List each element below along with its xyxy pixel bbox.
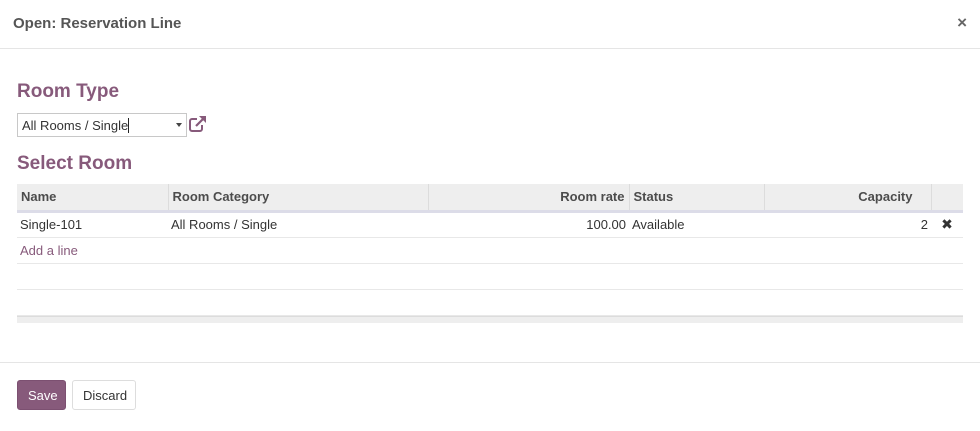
dialog-footer: Save Discard	[0, 362, 980, 431]
table-footer	[17, 316, 963, 323]
delete-icon[interactable]: ✖	[931, 211, 963, 238]
reservation-line-dialog: Open: Reservation Line × Room Type All R…	[0, 0, 980, 431]
select-room-heading: Select Room	[17, 153, 133, 174]
cell-name[interactable]: Single-101	[17, 211, 168, 238]
external-link-icon[interactable]	[188, 114, 208, 134]
column-header-status[interactable]: Status	[629, 184, 765, 213]
add-line-link[interactable]: Add a line	[20, 243, 78, 258]
discard-button[interactable]: Discard	[72, 380, 136, 410]
room-type-select[interactable]: All Rooms / Single	[17, 113, 187, 137]
close-icon[interactable]: ×	[957, 13, 967, 33]
column-header-name[interactable]: Name	[17, 184, 169, 213]
empty-cell	[17, 289, 963, 316]
empty-cell	[17, 263, 963, 290]
column-header-actions	[931, 184, 963, 213]
empty-row	[17, 289, 963, 316]
cell-room-rate[interactable]: 100.00	[428, 211, 629, 238]
column-header-room-rate[interactable]: Room rate	[428, 184, 630, 213]
add-line-cell: Add a line	[17, 237, 963, 264]
dialog-title: Open: Reservation Line	[13, 15, 182, 32]
table-row[interactable]: Single-101 All Rooms / Single 100.00 Ava…	[17, 211, 963, 238]
dialog-header: Open: Reservation Line ×	[0, 0, 980, 49]
cell-capacity[interactable]: 2	[764, 211, 931, 238]
room-table: Name Room Category Room rate Status Capa…	[17, 184, 963, 316]
cell-room-category[interactable]: All Rooms / Single	[168, 211, 428, 238]
column-header-capacity[interactable]: Capacity	[764, 184, 932, 213]
save-button[interactable]: Save	[17, 380, 66, 410]
dropdown-arrow-icon[interactable]	[176, 123, 182, 127]
room-type-select-value: All Rooms / Single	[22, 118, 129, 133]
table-header-row: Name Room Category Room rate Status Capa…	[17, 184, 963, 213]
cell-status[interactable]: Available	[629, 211, 764, 238]
empty-row	[17, 263, 963, 290]
add-line-row: Add a line	[17, 237, 963, 264]
column-header-room-category[interactable]: Room Category	[168, 184, 429, 213]
text-cursor	[128, 118, 129, 133]
room-type-heading: Room Type	[17, 81, 120, 102]
